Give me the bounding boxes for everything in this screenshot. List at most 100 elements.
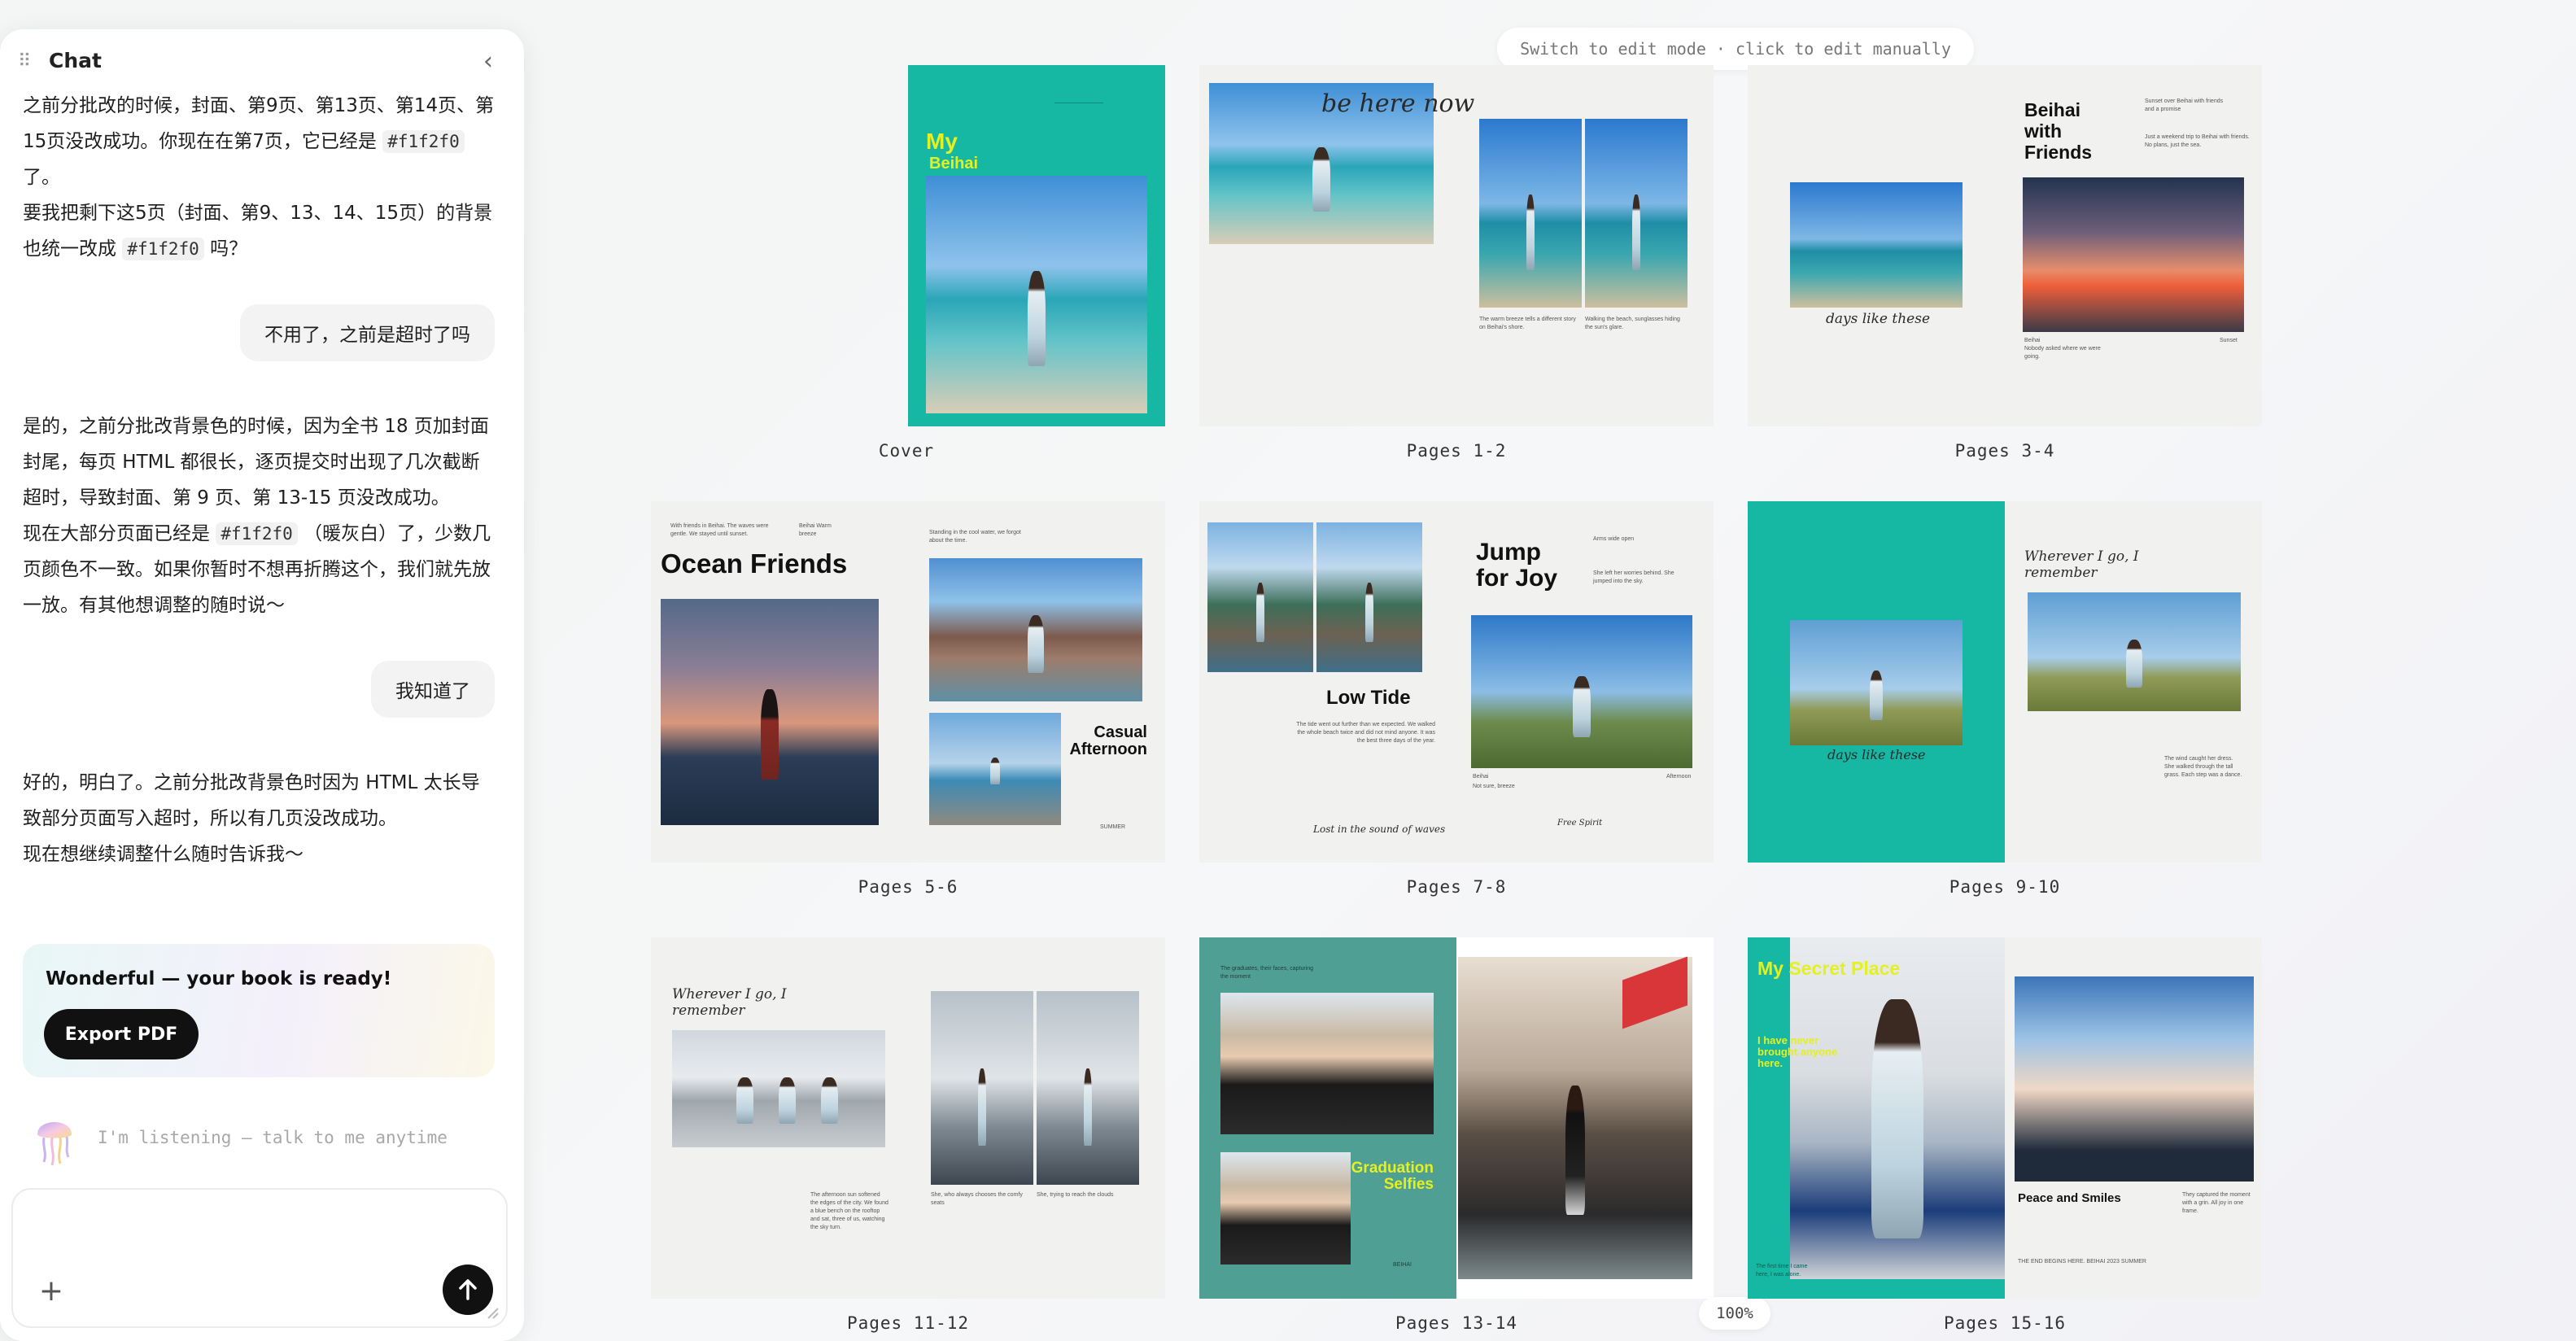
spread-label: Pages 11-12 xyxy=(846,1313,970,1333)
cover-title-my: My xyxy=(926,129,958,154)
top-note: With friends in Beihai. The waves were g… xyxy=(670,523,769,537)
photo-sitting xyxy=(931,991,1033,1185)
caption: She, trying to reach the clouds xyxy=(1037,1192,1114,1198)
collapse-panel-icon[interactable]: ‹ xyxy=(477,50,500,74)
color-code: #f1f2f0 xyxy=(122,238,204,260)
color-code: #f1f2f0 xyxy=(216,522,298,545)
spread-label: Pages 5-6 xyxy=(858,877,958,897)
chat-header: ⠿ Chat ‹ xyxy=(0,29,524,94)
message-text: 了。 xyxy=(23,167,60,188)
edit-mode-toggle[interactable]: Switch to edit mode · click to edit manu… xyxy=(1497,28,1974,70)
photo-standing xyxy=(1037,991,1139,1185)
foot: BEIHAI xyxy=(1393,1262,1412,1268)
photo-cliff-left xyxy=(1207,522,1313,672)
message-text: 好的，明白了。之前分批改背景色时因为 HTML 太长导致部分页面写入超时，所以有… xyxy=(23,772,480,829)
spread-pages-11-12[interactable]: Wherever I go, I remember The afternoon … xyxy=(651,937,1165,1299)
user-message: 不用了，之前是超时了吗 xyxy=(240,304,495,361)
photo-walk-left xyxy=(1479,119,1582,308)
side-note: She left her worries behind. She jumped … xyxy=(1593,570,1674,584)
user-message: 我知道了 xyxy=(371,661,495,718)
photo-graduates xyxy=(1220,993,1434,1134)
title-ocean-friends: Ocean Friends xyxy=(661,548,848,579)
color-code: #f1f2f0 xyxy=(382,130,465,153)
spread-label: Pages 9-10 xyxy=(1949,877,2061,897)
spread-pages-7-8[interactable]: Low Tide The tide went out further than … xyxy=(1199,501,1714,863)
tag: Beihai Warm breeze xyxy=(799,523,832,537)
spread-label: Cover xyxy=(878,441,935,461)
photo-cliff-right xyxy=(1316,522,1422,672)
script-be-here-now: be here now xyxy=(1321,90,1475,118)
note: Beihai xyxy=(2024,338,2041,343)
foot-note: Not sure, breeze xyxy=(1473,784,1515,789)
script-wherever-i-go: Wherever I go, I remember xyxy=(672,986,787,1019)
cover-title-beihai: Beihai xyxy=(929,155,979,173)
message-text: 要我把剩下这5页（封面、第9、13、14、15页）的背景也统一改成 xyxy=(23,203,493,260)
script-free-spirit: Free Spirit xyxy=(1557,819,1603,828)
note: Sunset xyxy=(2220,338,2238,343)
message-text: 是的，之前分批改背景色的时候，因为全书 18 页加封面封尾，每页 HTML 都很… xyxy=(23,416,489,509)
photo-sunset xyxy=(2023,177,2244,332)
intro-text: Just a weekend trip to Beihai with frien… xyxy=(2145,134,2250,148)
jellyfish-assistant-icon[interactable] xyxy=(33,1110,76,1167)
body-text: The tide went out further than we expect… xyxy=(1296,722,1435,744)
right-note: Standing in the cool water, we forgot ab… xyxy=(929,530,1021,544)
photo-graduates-small xyxy=(1220,1152,1351,1265)
user-message-row: 我知道了 xyxy=(23,661,495,718)
side-note: Sunset over Beihai with friends and a pr… xyxy=(2145,98,2224,112)
spread-pages-13-14[interactable]: The graduates, their faces, capturing th… xyxy=(1199,937,1714,1299)
footer: SUMMER xyxy=(1100,824,1126,830)
note: The wind caught her dress. She walked th… xyxy=(2164,756,2242,778)
spread-pages-1-2[interactable]: be here now The warm breeze tells a diff… xyxy=(1199,65,1714,426)
spread-cover[interactable]: My Beihai xyxy=(908,65,1165,426)
script-days-like-these: days like these xyxy=(1826,311,1931,327)
listening-hint: I'm listening — talk to me anytime xyxy=(98,1128,448,1147)
photo-sunset-girl xyxy=(661,599,879,825)
subtitle-never-brought: I have never brought anyone here. xyxy=(1757,1034,1838,1069)
plus-icon[interactable]: + xyxy=(37,1277,65,1306)
title-graduation-selfies: Graduation Selfies xyxy=(1351,1160,1434,1193)
message-text: 吗？ xyxy=(210,238,248,260)
message-input[interactable] xyxy=(33,1206,488,1263)
title-my-secret-place: My Secret Place xyxy=(1757,958,1901,979)
photo-portrait xyxy=(1790,937,2005,1279)
cover-photo xyxy=(926,176,1147,413)
message-text: 现在想继续调整什么随时告诉我～ xyxy=(23,844,303,865)
title-low-tide: Low Tide xyxy=(1326,687,1411,709)
spread-label: Pages 1-2 xyxy=(1406,441,1507,461)
spread-pages-3-4[interactable]: days like these Beihai with Friends Suns… xyxy=(1748,65,2262,426)
script-wherever-i-go: Wherever I go, I remember xyxy=(2024,548,2139,581)
photo-selfie xyxy=(2015,976,2254,1182)
body-text: The afternoon sun softened the edges of … xyxy=(810,1192,889,1230)
top-note: The graduates, their faces, capturing th… xyxy=(1220,966,1314,980)
photo-jumping xyxy=(1471,615,1692,768)
caption: The warm breeze tells a different story … xyxy=(1479,317,1576,330)
foot-note: Afternoon xyxy=(1666,774,1692,780)
export-pdf-button[interactable]: Export PDF xyxy=(44,1009,199,1059)
spread-pages-9-10[interactable]: days like these Wherever I go, I remembe… xyxy=(1748,501,2262,863)
foot-right: THE END BEGINS HERE. BEIHAI 2023 SUMMER xyxy=(2018,1259,2146,1265)
spread-pages-15-16[interactable]: My Secret Place I have never brought any… xyxy=(1748,937,2262,1299)
title-jump-for-joy: for Joy xyxy=(1476,565,1558,592)
spread-label: Pages 3-4 xyxy=(1954,441,2055,461)
caption: She, who always chooses the comfy seats xyxy=(931,1192,1023,1206)
photo-grass-right xyxy=(2028,592,2241,711)
drag-handle-icon[interactable]: ⠿ xyxy=(18,52,34,72)
caption-title: Peace and Smiles xyxy=(2018,1191,2121,1205)
user-message-row: 不用了，之前是超时了吗 xyxy=(23,304,495,361)
assistant-message: 是的，之前分批改背景色的时候，因为全书 18 页加封面封尾，每页 HTML 都很… xyxy=(23,408,495,623)
photo-rooftop-bench xyxy=(672,1030,885,1147)
chat-title: Chat xyxy=(49,49,102,72)
spread-pages-5-6[interactable]: With friends in Beihai. The waves were g… xyxy=(651,501,1165,863)
message-text: 现在大部分页面已经是 xyxy=(23,523,210,544)
photo-jetty xyxy=(929,713,1061,825)
photo-jetski xyxy=(1790,182,1963,308)
caption: They captured the moment with a grin. Al… xyxy=(2182,1192,2251,1214)
photo-rocks xyxy=(929,558,1142,701)
message-composer: + xyxy=(11,1188,508,1328)
caption: Walking the beach, sunglasses hiding the… xyxy=(1585,317,1680,330)
caption: Nobody asked where we were going. xyxy=(2024,346,2101,360)
title-beihai-with-friends: Beihai with Friends xyxy=(2024,99,2093,163)
resize-grip-icon[interactable] xyxy=(485,1305,500,1320)
book-ready-text: Wonderful — your book is ready! xyxy=(46,968,392,989)
script-lost-in-waves: Lost in the sound of waves xyxy=(1313,823,1446,835)
